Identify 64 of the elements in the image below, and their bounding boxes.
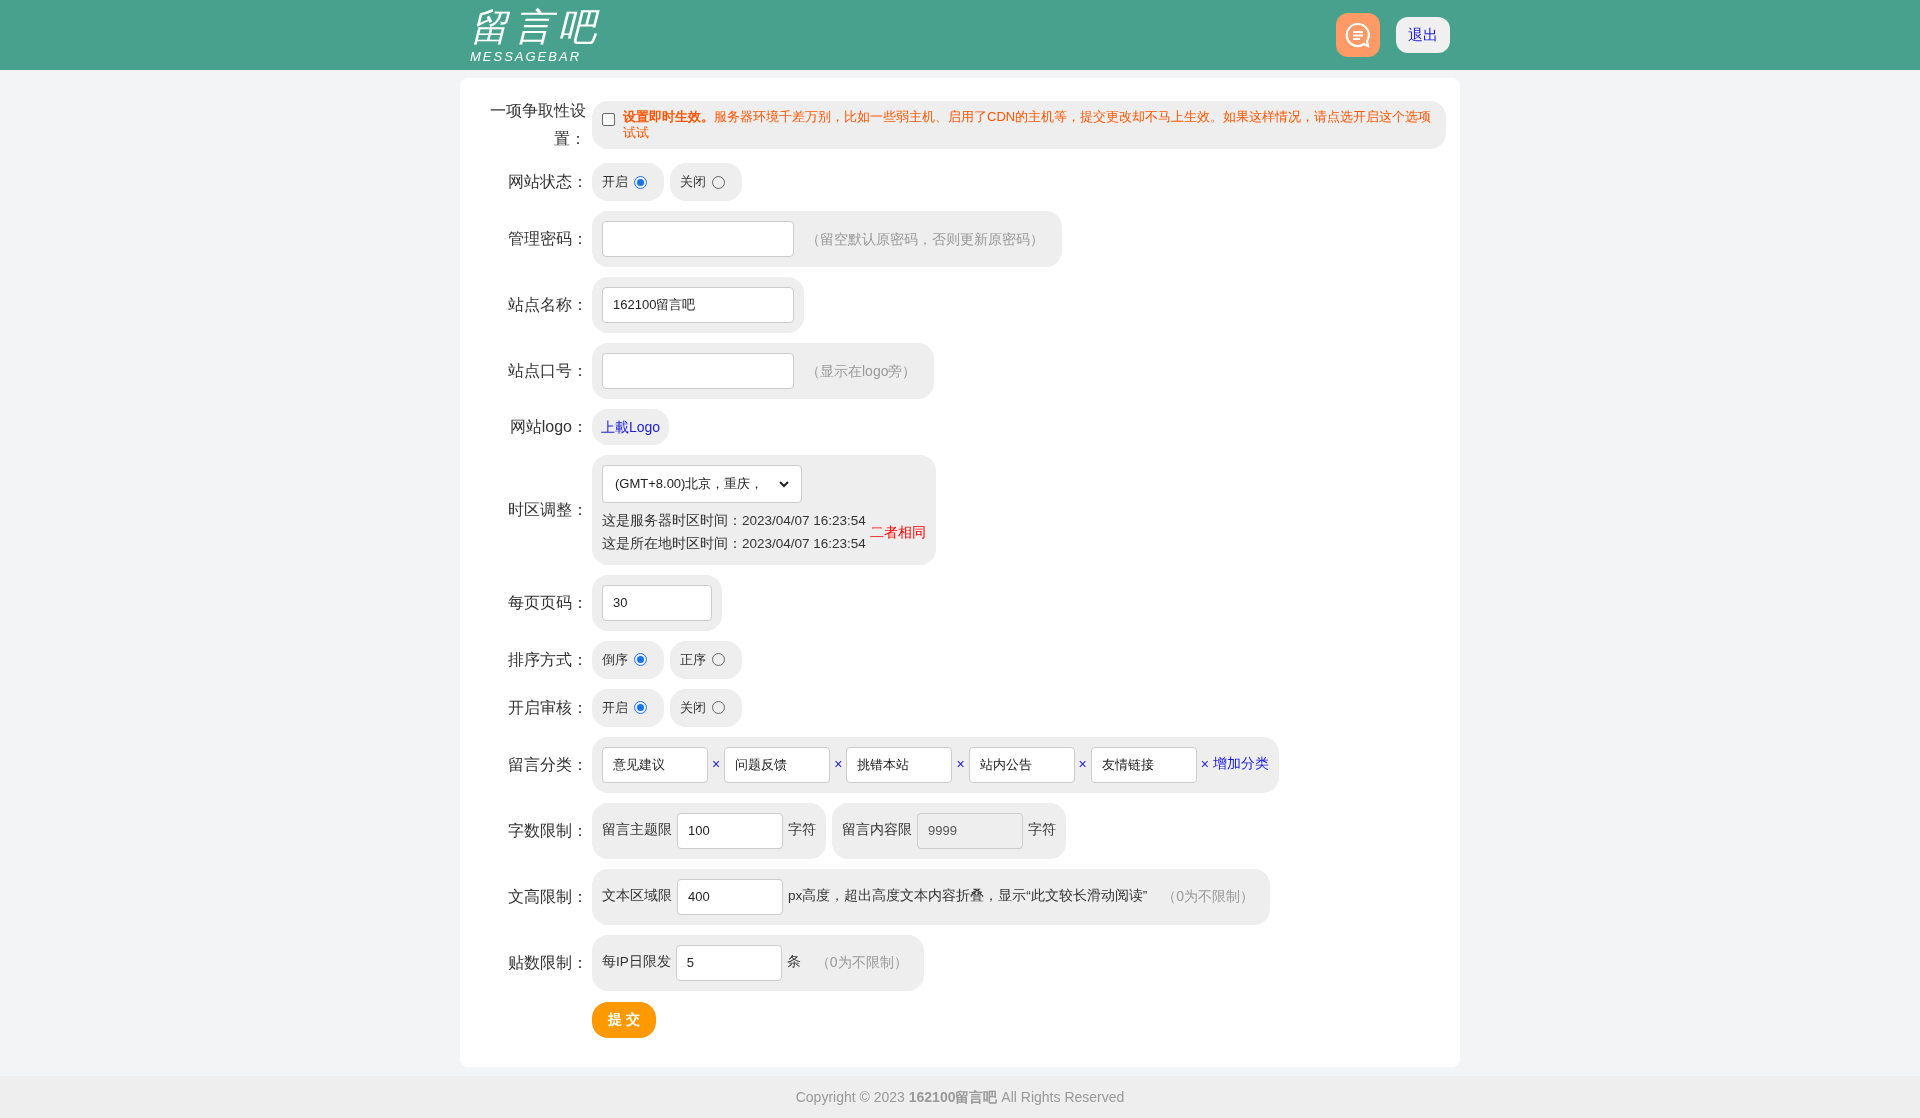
checkbox[interactable] [602, 113, 615, 126]
field-label: 管理密码： [507, 229, 589, 249]
radio-option[interactable]: 倒序 [592, 640, 664, 679]
remove-link[interactable]: × [1200, 754, 1209, 775]
unit-text: 字符 [1028, 821, 1056, 840]
radio-option[interactable]: 开启 [592, 688, 664, 727]
field-label: 时区调整： [507, 499, 589, 520]
field-label: 一项争取性设置： [489, 101, 586, 149]
unit-text: 条 [786, 953, 801, 972]
text-input[interactable]: 100 [677, 812, 783, 849]
text-input[interactable]: 友情链接 [1090, 746, 1197, 783]
add-category-link[interactable]: 增加分类 [1212, 754, 1269, 775]
logout-button[interactable]: 退出 [1396, 17, 1450, 53]
timezone-select[interactable]: (GMT+8.00)北京，重庆， [602, 465, 802, 503]
hint-text: （留空默认原密码，否则更新原密码） [806, 229, 1045, 249]
field-label: 每页页码： [507, 592, 589, 613]
text-input[interactable]: 30 [602, 584, 712, 621]
text-input[interactable] [602, 221, 794, 257]
remove-link[interactable]: × [712, 754, 721, 775]
text-input[interactable]: 意见建议 [602, 746, 708, 783]
field-label: 字数限制： [507, 820, 589, 841]
notice-text: 设置即时生效。服务器环境千差万别，比如一些弱主机、启用了CDN的主机等，提交更改却不马上生效。如果这样情况，请点选开启这个选项试试 [622, 109, 1433, 141]
limit-label: 留言内容限 [842, 821, 912, 840]
field-label: 排序方式： [507, 649, 589, 670]
unit-text: px高度，超出高度文本内容折叠，显示“此文较长滑动阅读” [788, 887, 1148, 906]
remove-link[interactable]: × [834, 754, 843, 775]
logo-subtext: MESSAGEBAR [470, 49, 583, 63]
radio-option[interactable]: 正序 [670, 640, 742, 679]
limit-label: 文本区域限 [602, 887, 672, 906]
text-input[interactable]: 5 [675, 944, 782, 981]
remove-link[interactable]: × [1078, 754, 1087, 775]
hint-text: （0为不限制） [814, 953, 909, 972]
limit-label: 每IP日限发 [602, 953, 671, 972]
time-text: 这是服务器时区时间：2023/04/07 16:23:54 [602, 512, 866, 530]
message-button[interactable] [1336, 13, 1380, 57]
field-label: 开启审核： [507, 697, 589, 718]
text-input[interactable]: 挑错本站 [846, 746, 953, 783]
text-input[interactable] [602, 353, 794, 389]
radio-option[interactable]: 关闭 [670, 163, 742, 201]
field-label: 网站状态： [507, 172, 589, 192]
text-input[interactable]: 站内公告 [968, 746, 1075, 783]
field-label: 站点名称： [507, 295, 589, 315]
radio-option[interactable]: 开启 [592, 163, 664, 201]
logo-text: 留言吧 [470, 7, 602, 46]
text-input[interactable]: 400 [677, 878, 783, 915]
chevron-down-icon [779, 480, 789, 488]
hint-text: （显示在logo旁） [806, 361, 918, 381]
copyright-text: Copyright © 2023 162100留言吧 All Rights Reserved [795, 1087, 1125, 1107]
field-label: 网站logo： [508, 417, 589, 437]
status-text: 二者相同 [869, 523, 926, 542]
time-text: 这是所在地时区时间：2023/04/07 16:23:54 [602, 535, 866, 554]
limit-label: 留言主题限 [602, 821, 672, 840]
field-label: 贴数限制： [507, 952, 589, 973]
field-label: 站点口号： [507, 361, 589, 381]
radio-option[interactable]: 关闭 [670, 688, 742, 727]
field-label: 留言分类： [507, 754, 589, 775]
unit-text: 字符 [788, 821, 816, 840]
chat-bubble-icon [1345, 22, 1371, 48]
text-input[interactable]: 问题反馈 [724, 746, 831, 783]
hint-text: （0为不限制） [1161, 887, 1256, 906]
field-label: 文高限制： [507, 886, 589, 907]
text-input[interactable]: 162100留言吧 [602, 287, 794, 323]
upload-logo-link[interactable]: 上載Logo [592, 409, 670, 445]
remove-link[interactable]: × [956, 754, 965, 775]
